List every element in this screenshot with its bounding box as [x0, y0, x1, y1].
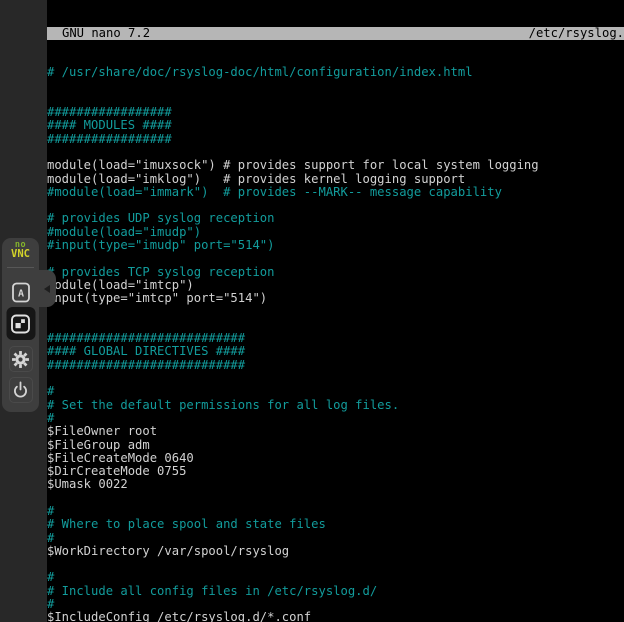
- editor-line: #: [47, 598, 624, 611]
- editor-line: [47, 319, 624, 332]
- editor-line: # Where to place spool and state files: [47, 518, 624, 531]
- editor-line: input(type="imtcp" port="514"): [47, 292, 624, 305]
- editor-line: # provides TCP syslog reception: [47, 266, 624, 279]
- control-bar-handle[interactable]: [39, 270, 56, 307]
- editor-content: # /usr/share/doc/rsyslog-doc/html/config…: [47, 66, 624, 622]
- editor-line: module(load="imtcp"): [47, 279, 624, 292]
- editor-line: $DirCreateMode 0755: [47, 465, 624, 478]
- editor-line: ###########################: [47, 332, 624, 345]
- editor-line: $FileCreateMode 0640: [47, 452, 624, 465]
- editor-line: #### MODULES ####: [47, 119, 624, 132]
- fullscreen-button[interactable]: [6, 307, 35, 340]
- editor-line: #input(type="imudp" port="514"): [47, 239, 624, 252]
- editor-line: [47, 306, 624, 319]
- terminal-screen[interactable]: GNU nano 7.2 /etc/rsyslog. # /usr/share/…: [47, 0, 624, 622]
- editor-line: [47, 93, 624, 106]
- editor-line: $WorkDirectory /var/spool/rsyslog: [47, 545, 624, 558]
- settings-button[interactable]: [9, 346, 33, 372]
- nano-app-title: GNU nano 7.2: [47, 27, 150, 40]
- editor-line: # Include all config files in /etc/rsysl…: [47, 585, 624, 598]
- editor-line: #: [47, 532, 624, 545]
- editor-line: module(load="imklog") # provides kernel …: [47, 173, 624, 186]
- power-icon: [11, 381, 30, 400]
- novnc-logo: no VNC: [2, 241, 39, 259]
- editor-line: # Set the default permissions for all lo…: [47, 399, 624, 412]
- editor-line: #: [47, 412, 624, 425]
- sidebar-divider: [7, 267, 34, 268]
- editor-line: [47, 146, 624, 159]
- clipboard-icon: A: [11, 282, 31, 303]
- editor-line: #module(load="imudp"): [47, 226, 624, 239]
- power-button[interactable]: [9, 377, 33, 403]
- editor-line: [47, 492, 624, 505]
- editor-line: #: [47, 505, 624, 518]
- nano-file-path: /etc/rsyslog.: [529, 27, 624, 40]
- editor-line: [47, 252, 624, 265]
- editor-line: $Umask 0022: [47, 478, 624, 491]
- editor-line: #: [47, 571, 624, 584]
- editor-line: $FileOwner root: [47, 425, 624, 438]
- editor-line: # provides UDP syslog reception: [47, 212, 624, 225]
- editor-line: ###########################: [47, 359, 624, 372]
- editor-line: #################: [47, 106, 624, 119]
- gear-icon: [11, 350, 30, 369]
- editor-line: [47, 558, 624, 571]
- editor-line: [47, 199, 624, 212]
- editor-line: [47, 372, 624, 385]
- novnc-logo-vnc: VNC: [2, 249, 39, 259]
- clipboard-button[interactable]: A: [9, 280, 33, 304]
- editor-line: module(load="imuxsock") # provides suppo…: [47, 159, 624, 172]
- fullscreen-icon: [11, 314, 31, 334]
- nano-titlebar: GNU nano 7.2 /etc/rsyslog.: [47, 27, 624, 40]
- svg-text:A: A: [17, 288, 23, 299]
- editor-line: [47, 79, 624, 92]
- editor-line: $FileGroup adm: [47, 439, 624, 452]
- collapse-arrow-icon: [44, 285, 50, 293]
- editor-line: #################: [47, 133, 624, 146]
- editor-line: $IncludeConfig /etc/rsyslog.d/*.conf: [47, 611, 624, 622]
- editor-line: #### GLOBAL DIRECTIVES ####: [47, 345, 624, 358]
- editor-line: #: [47, 385, 624, 398]
- vnc-control-bar: no VNC A: [2, 238, 39, 412]
- editor-line: # /usr/share/doc/rsyslog-doc/html/config…: [47, 66, 624, 79]
- editor-line: #module(load="immark") # provides --MARK…: [47, 186, 624, 199]
